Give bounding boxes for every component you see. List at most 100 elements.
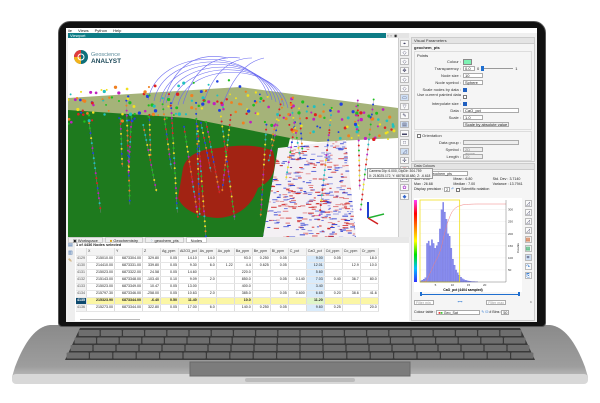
orientation-checkbox[interactable]	[417, 133, 421, 138]
geochem-point	[301, 100, 305, 104]
hist-select-icon[interactable]: ⌗	[524, 254, 532, 261]
table-row[interactable]: 4130 214410.00 6873331.00 339.80 0.05 9.30 6.0…	[76, 262, 379, 270]
transparency-slider[interactable]	[481, 66, 514, 71]
symbol-select[interactable]: 2D arrow	[463, 147, 483, 156]
geochem-point	[163, 118, 166, 121]
seismic-trace	[288, 201, 292, 203]
column-header[interactable]: Cd_ppm	[324, 248, 343, 256]
column-header[interactable]: Au_ppb	[216, 248, 235, 256]
hist-colour2-icon[interactable]: ▦	[524, 245, 532, 252]
data-select[interactable]: CaO_pct	[463, 108, 519, 113]
table-row[interactable]: 4136 215273.00 6873344.00 322.80 0.05 17.00 6.…	[76, 304, 379, 312]
link-range-icon[interactable]: ⟷	[458, 300, 463, 305]
geochem-point	[203, 136, 206, 139]
hist-linear-icon[interactable]: ◿	[524, 200, 532, 207]
table-row[interactable]: 4134 215797.30 6873346.00 -258.00 0.05 10.63 2…	[76, 290, 379, 298]
seismic-trace	[269, 219, 274, 221]
layers-icon[interactable]: ▤	[400, 121, 409, 128]
table-cell: 9.30	[178, 262, 199, 270]
table-row[interactable]: 4129 215010.00 6873304.00 329.80 0.05 14.10 14…	[76, 255, 379, 263]
table-save-icon[interactable]: ▤	[68, 243, 75, 248]
column-header[interactable]: Ba_ppm	[234, 248, 253, 256]
colour-table-select[interactable]: ■■ Geo_Sat	[436, 310, 481, 315]
move-icon[interactable]: ✣	[400, 157, 409, 164]
table-cell: 93.0	[234, 255, 253, 263]
zoom-extents-icon[interactable]: ⌖	[400, 40, 409, 47]
filter-min-input[interactable]: Filter min	[414, 300, 434, 305]
column-header[interactable]: As_ppm	[198, 248, 217, 256]
nodes-table[interactable]: X Y Z Ag_ppm Al2O3_pct As_ppm Au_ppb Ba_ppm Be_p…	[76, 248, 379, 312]
refresh-icon[interactable]: ↶	[451, 187, 454, 192]
column-header[interactable]: Z	[142, 248, 161, 256]
hist-equal-icon[interactable]: ◿	[524, 227, 532, 234]
geochem-point	[289, 103, 293, 107]
horizontal-scrollbar[interactable]	[80, 318, 140, 320]
use-painted-checkbox[interactable]	[463, 94, 467, 99]
geochem-point	[298, 107, 301, 110]
seismic-trace	[329, 154, 333, 156]
seismic-trace	[335, 195, 339, 197]
hist-copy-icon[interactable]: ⎘	[524, 272, 532, 279]
view-south-icon[interactable]: ◇	[400, 58, 409, 65]
data-group-select[interactable]	[463, 140, 519, 145]
precision-input[interactable]: 2	[444, 187, 451, 192]
hist-colour-icon[interactable]: ▦	[524, 236, 532, 243]
table-row[interactable]: 4131 215023.00 6873322.00 24.58 0.05 14.60 220…	[76, 269, 379, 277]
column-header[interactable]: Ag_ppm	[160, 248, 179, 256]
scale-by-absolute-button[interactable]: Scale by absolute value	[463, 122, 510, 127]
lock-icon[interactable]: ⌂	[530, 300, 532, 305]
scale-nodes-checkbox[interactable]	[463, 87, 467, 92]
palette-icon[interactable]: ✿	[400, 184, 409, 191]
range-slider[interactable]	[420, 292, 520, 296]
node-symbol-select[interactable]: Sphere	[463, 80, 483, 85]
column-header[interactable]: X	[86, 248, 115, 256]
view-north-icon[interactable]: ◇	[400, 49, 409, 56]
view-east-icon[interactable]: ◇	[400, 76, 409, 83]
column-header[interactable]: Be_ppm	[252, 248, 271, 256]
seismic-trace	[309, 159, 315, 161]
transparency-input[interactable]: 0.0	[463, 66, 475, 71]
column-header[interactable]: Cr_ppm	[360, 248, 379, 256]
clip-icon[interactable]: □	[400, 139, 409, 146]
scientific-checkbox[interactable]	[456, 187, 461, 192]
filter-max-input[interactable]: Filter max	[486, 300, 507, 305]
interpolate-checkbox[interactable]	[463, 101, 467, 106]
section-icon[interactable]: ▬	[400, 130, 409, 137]
column-header[interactable]: Co_ppm	[342, 248, 361, 256]
3d-viewport[interactable]: Geoscience ANALYST	[68, 38, 398, 237]
hist-log-icon[interactable]: ◿	[524, 209, 532, 216]
hist-undo-icon[interactable]: ↷	[524, 263, 532, 270]
table-row[interactable]: 4135 215323.90 6873344.00 -6.40 0.50 11.40 10.…	[76, 297, 379, 305]
table-row[interactable]: 4132 215143.00 6873348.00 -103.40 0.10 9.09 2.…	[76, 276, 379, 284]
slider-max: 1	[515, 66, 518, 71]
histogram[interactable]: 300250200150100505 10 15 20CaO_pct (4404 sa…	[414, 198, 522, 292]
column-header[interactable]: Bi_ppm	[270, 248, 289, 256]
bins-input[interactable]: 50	[501, 310, 510, 315]
table-row[interactable]: 4133 215023.00 6873349.00 10.47 0.05 13.00 400…	[76, 283, 379, 291]
filter-icon[interactable]: ▽	[400, 103, 409, 110]
column-header[interactable]: Y	[114, 248, 143, 256]
node-size-input[interactable]: 10	[463, 73, 483, 78]
chart-icon[interactable]: ◿	[400, 148, 409, 155]
column-header[interactable]	[76, 248, 87, 256]
view-top-icon[interactable]: ✥	[400, 67, 409, 74]
object-select[interactable]: geochem_pts	[428, 171, 469, 176]
length-input[interactable]: 10	[463, 154, 483, 159]
scale-input[interactable]: 1.0	[463, 115, 483, 120]
ortho-icon[interactable]: ▭	[400, 94, 409, 101]
column-header[interactable]: Al2O3_pct	[178, 248, 199, 256]
view-west-icon[interactable]: ◇	[400, 85, 409, 92]
edit-colour-icon[interactable]: ✎	[481, 310, 484, 315]
column-header[interactable]: CaO_pct	[306, 248, 325, 256]
hist-cum-icon[interactable]: ◿	[524, 218, 532, 225]
shapes-icon[interactable]: ◆	[400, 193, 409, 200]
column-header[interactable]: C_pct	[288, 248, 307, 256]
colour-swatch[interactable]	[463, 58, 472, 65]
seismic-trace	[293, 149, 297, 151]
table-export-icon[interactable]: ▥	[68, 251, 75, 256]
geochem-point	[388, 115, 392, 119]
y-tick-label: 250	[508, 220, 513, 224]
save-colour-icon[interactable]: ⛁	[485, 310, 488, 315]
pen-icon[interactable]: ✎	[400, 112, 409, 119]
table-edit-icon[interactable]: ✎	[68, 259, 75, 264]
